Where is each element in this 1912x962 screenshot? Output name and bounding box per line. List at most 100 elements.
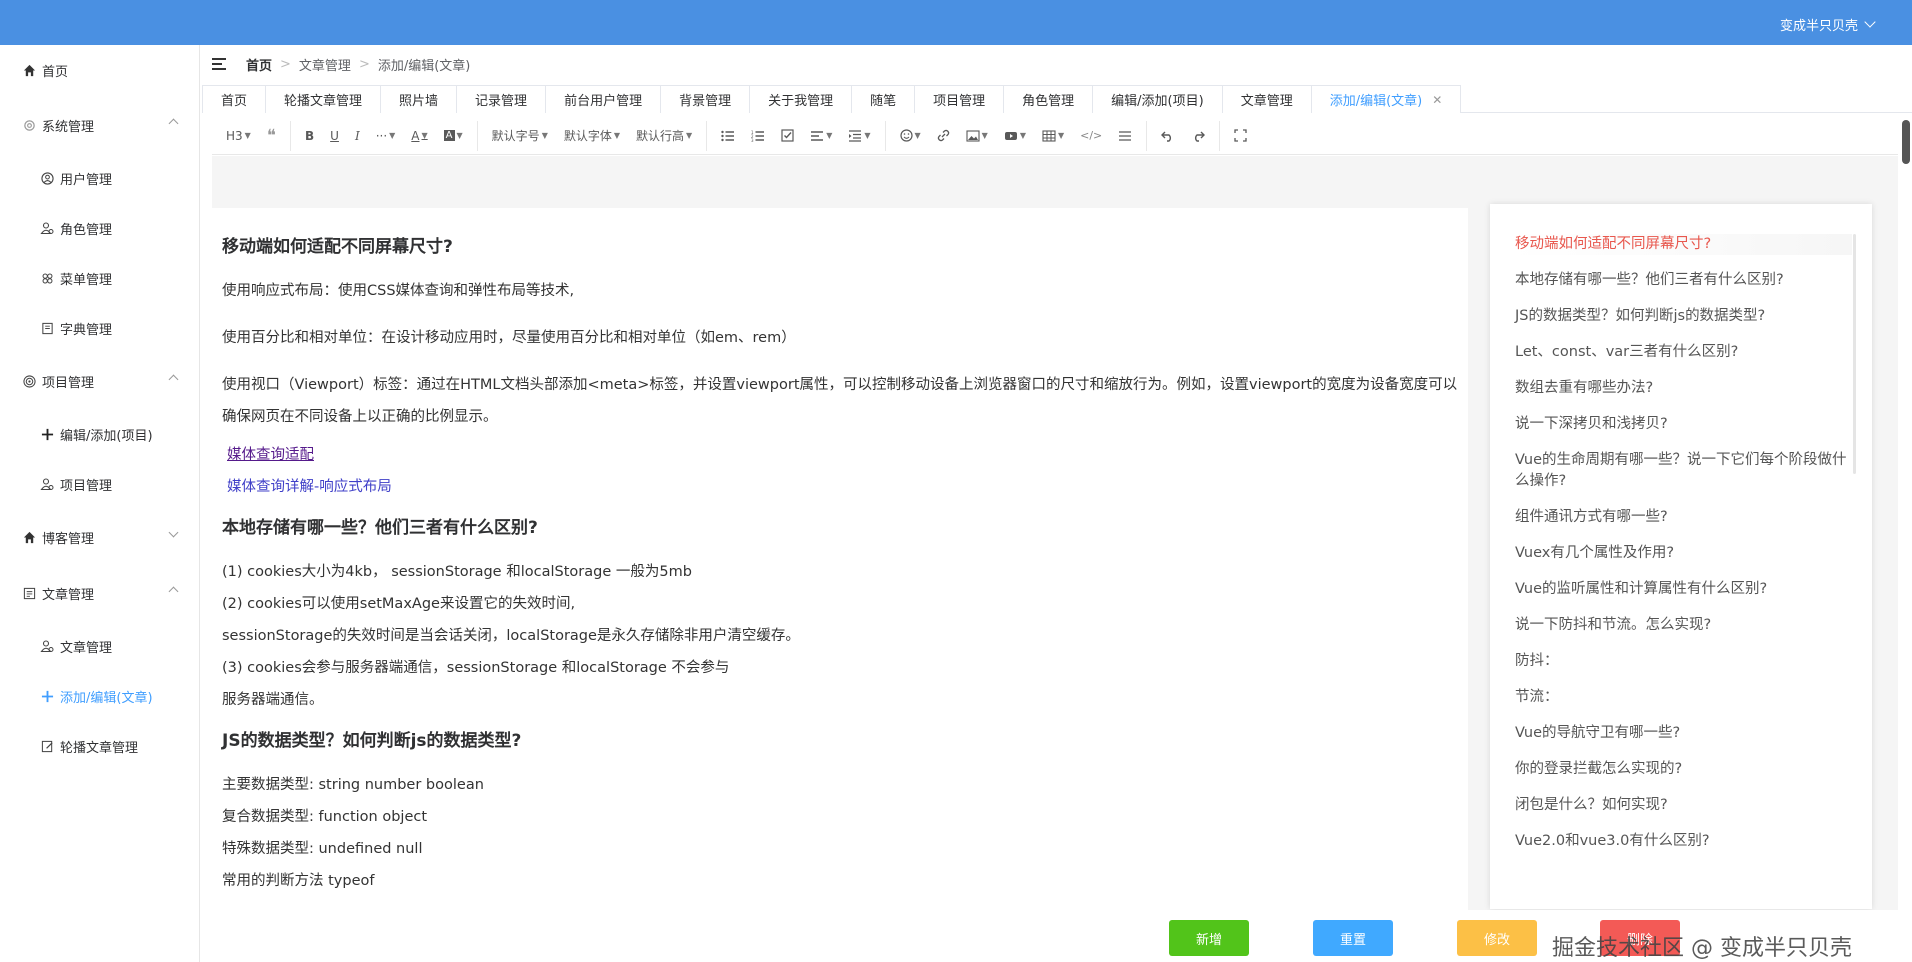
- toc-item[interactable]: 组件通讯方式有哪一些?: [1515, 507, 1852, 528]
- heading-select[interactable]: H3 ▼: [218, 124, 259, 148]
- reset-button[interactable]: 重置: [1313, 920, 1393, 956]
- indent-icon[interactable]: ▼: [840, 124, 878, 148]
- sidebar-item-blog-group[interactable]: 博客管理: [0, 517, 199, 557]
- background-color-icon[interactable]: A ▼: [436, 124, 471, 148]
- sidebar-item-home[interactable]: 首页: [0, 50, 199, 90]
- doc-link-media-query[interactable]: 媒体查询适配: [227, 439, 1458, 471]
- sidebar-item-projects[interactable]: 项目管理: [0, 464, 199, 504]
- divider-icon[interactable]: [1110, 124, 1140, 148]
- breadcrumb-articles[interactable]: 文章管理: [299, 55, 351, 74]
- caret-down-icon: ▼: [826, 131, 833, 140]
- svg-text:3: 3: [751, 138, 754, 142]
- sidebar-item-project-group[interactable]: 项目管理: [0, 361, 199, 401]
- emoji-icon[interactable]: ▼: [892, 124, 929, 148]
- sidebar-item-article-group[interactable]: 文章管理: [0, 573, 199, 613]
- sidebar-item-edit-article[interactable]: 添加/编辑(文章): [0, 676, 199, 716]
- toc-item[interactable]: 闭包是什么？如何实现?: [1515, 795, 1852, 816]
- sidebar-item-carousel-articles[interactable]: 轮播文章管理: [0, 726, 199, 766]
- toc-item[interactable]: Vue的导航守卫有哪一些?: [1515, 723, 1852, 744]
- align-icon[interactable]: ▼: [802, 124, 840, 148]
- line-height-select[interactable]: 默认行高 ▼: [628, 124, 700, 148]
- toc-item[interactable]: JS的数据类型？如何判断js的数据类型?: [1515, 306, 1852, 327]
- toc-item[interactable]: 说一下深拷贝和浅拷贝?: [1515, 414, 1852, 435]
- caret-down-icon: ▼: [389, 131, 396, 140]
- bullet-list-icon[interactable]: [713, 124, 743, 148]
- editor-area: 移动端如何适配不同屏幕尺寸? 使用响应式布局：使用CSS媒体查询和弹性布局等技术…: [212, 156, 1898, 911]
- quote-icon[interactable]: ❝: [259, 124, 284, 148]
- font-family-select[interactable]: 默认字体 ▼: [556, 124, 628, 148]
- doc-heading: 本地存储有哪一些？他们三者有什么区别?: [222, 518, 538, 538]
- toc-item[interactable]: 移动端如何适配不同屏幕尺寸?: [1511, 234, 1852, 255]
- breadcrumb-home[interactable]: 首页: [246, 55, 272, 74]
- toc-scrollbar[interactable]: [1853, 234, 1856, 474]
- close-icon[interactable]: ✕: [1432, 93, 1442, 107]
- sidebar-item-articles[interactable]: 文章管理: [0, 626, 199, 666]
- doc-paragraph: (3) cookies会参与服务器端通信，sessionStorage 和loc…: [222, 660, 730, 676]
- tab-backgrounds[interactable]: 背景管理: [660, 85, 750, 113]
- sidebar-item-dictionary[interactable]: 字典管理: [0, 308, 199, 348]
- sidebar-item-label: 首页: [42, 64, 69, 80]
- italic-icon[interactable]: I: [347, 124, 368, 148]
- doc-link-responsive[interactable]: 媒体查询详解-响应式布局: [227, 471, 1458, 503]
- user-menu[interactable]: 变成半只贝壳: [1780, 15, 1876, 34]
- toc-item[interactable]: 本地存储有哪一些？他们三者有什么区别?: [1515, 270, 1852, 291]
- tab-home[interactable]: 首页: [202, 85, 266, 113]
- toc-item[interactable]: 说一下防抖和节流。怎么实现?: [1515, 615, 1852, 636]
- tab-essays[interactable]: 随笔: [851, 85, 915, 113]
- toc-item[interactable]: 节流：: [1515, 687, 1852, 708]
- tab-front-users[interactable]: 前台用户管理: [545, 85, 661, 113]
- users-icon: [40, 221, 54, 235]
- undo-icon[interactable]: [1153, 124, 1183, 148]
- bold-icon[interactable]: B: [297, 124, 322, 148]
- editor-content[interactable]: 移动端如何适配不同屏幕尺寸? 使用响应式布局：使用CSS媒体查询和弹性布局等技术…: [212, 208, 1468, 910]
- toc-item[interactable]: Vue的监听属性和计算属性有什么区别?: [1515, 579, 1852, 600]
- tab-carousel-articles[interactable]: 轮播文章管理: [265, 85, 381, 113]
- toc-item[interactable]: Vuex有几个属性及作用?: [1515, 543, 1852, 564]
- underline-icon[interactable]: U: [322, 124, 347, 148]
- sidebar-item-label: 项目管理: [60, 478, 113, 494]
- sidebar-item-users[interactable]: 用户管理: [0, 158, 199, 198]
- tab-projects[interactable]: 项目管理: [914, 85, 1004, 113]
- home-icon: [22, 63, 36, 77]
- more-label: ···: [375, 128, 388, 143]
- home-icon: [22, 530, 36, 544]
- image-icon[interactable]: ▼: [958, 124, 996, 148]
- sidebar-item-system[interactable]: 系统管理: [0, 105, 199, 145]
- tab-photo-wall[interactable]: 照片墙: [380, 85, 457, 113]
- toc-item[interactable]: Vue的生命周期有哪一些？说一下它们每个阶段做什么操作?: [1515, 450, 1852, 492]
- todo-checkbox-icon[interactable]: [773, 124, 802, 148]
- tab-edit-project[interactable]: 编辑/添加(项目): [1092, 85, 1222, 113]
- toc-item[interactable]: 防抖：: [1515, 651, 1852, 672]
- tab-records[interactable]: 记录管理: [456, 85, 546, 113]
- menu-toggle-icon[interactable]: [212, 58, 226, 70]
- page-scrollbar-thumb[interactable]: [1902, 120, 1910, 164]
- font-size-select[interactable]: 默认字号 ▼: [484, 124, 556, 148]
- font-color-icon[interactable]: A ▼: [403, 124, 435, 148]
- tab-articles[interactable]: 文章管理: [1221, 85, 1311, 113]
- link-icon[interactable]: [929, 124, 958, 148]
- numbered-list-icon[interactable]: 123: [743, 124, 773, 148]
- edit-icon: [40, 739, 54, 753]
- add-button[interactable]: 新增: [1169, 920, 1249, 956]
- sidebar-item-edit-project[interactable]: 编辑/添加(项目): [0, 414, 199, 454]
- more-styles-button[interactable]: ··· ▼: [368, 124, 404, 148]
- doc-paragraph: 特殊数据类型: undefined null: [222, 841, 423, 857]
- chevron-up-icon: [168, 586, 179, 597]
- edit-button[interactable]: 修改: [1457, 920, 1537, 956]
- toc-item[interactable]: 你的登录拦截怎么实现的?: [1515, 759, 1852, 780]
- toc-item[interactable]: Let、const、var三者有什么区别?: [1515, 342, 1852, 363]
- toc-item[interactable]: Vue2.0和vue3.0有什么区别?: [1515, 831, 1852, 852]
- table-icon[interactable]: ▼: [1034, 124, 1072, 148]
- code-icon[interactable]: </>: [1072, 124, 1110, 148]
- toc-item[interactable]: 数组去重有哪些办法?: [1515, 378, 1852, 399]
- redo-icon[interactable]: [1183, 124, 1213, 148]
- tab-label: 添加/编辑(文章): [1329, 94, 1423, 109]
- tab-roles[interactable]: 角色管理: [1003, 85, 1093, 113]
- tab-about[interactable]: 关于我管理: [749, 85, 852, 113]
- fullscreen-icon[interactable]: [1226, 124, 1255, 148]
- tab-edit-article[interactable]: 添加/编辑(文章) ✕: [1310, 85, 1462, 113]
- doc-paragraph: 使用百分比和相对单位：在设计移动应用时，尽量使用百分比和相对单位（如em、rem…: [222, 330, 796, 346]
- sidebar-item-menus[interactable]: 菜单管理: [0, 258, 199, 298]
- sidebar-item-roles[interactable]: 角色管理: [0, 208, 199, 248]
- video-icon[interactable]: ▼: [996, 124, 1034, 148]
